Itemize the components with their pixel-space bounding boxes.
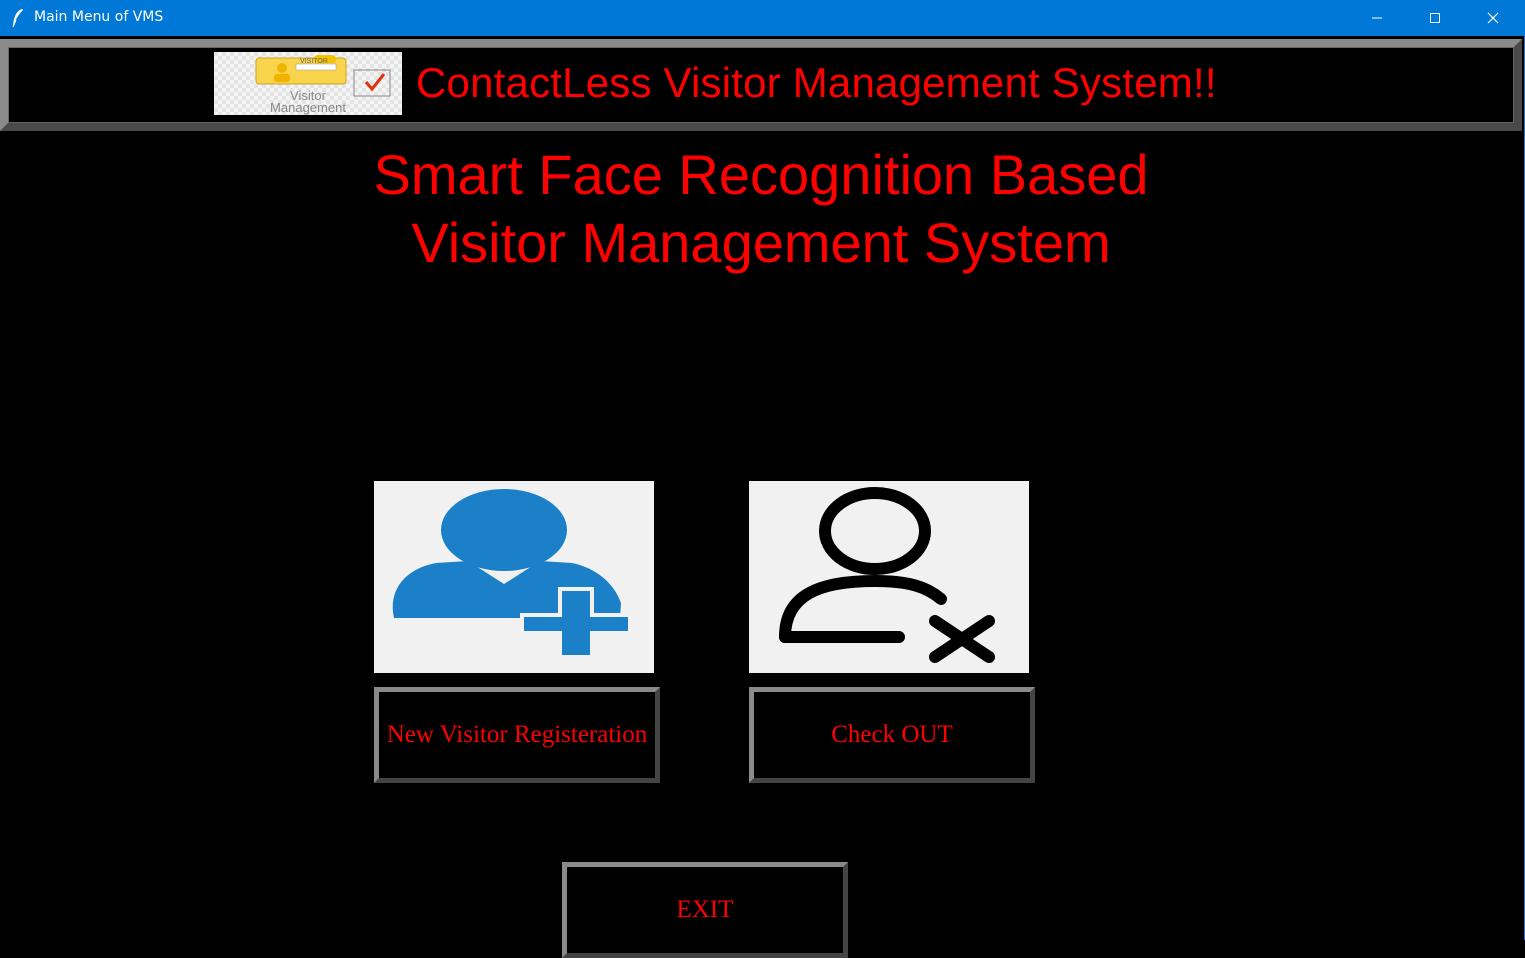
- maximize-icon: [1430, 13, 1440, 23]
- close-icon: [1487, 12, 1499, 24]
- user-remove-icon: [779, 487, 995, 663]
- header-banner: VISITOR Visitor Management ContactLess V…: [0, 39, 1522, 131]
- user-add-icon: [392, 489, 632, 667]
- minimize-icon: [1372, 17, 1382, 19]
- page-title-line2: Visitor Management System: [411, 211, 1111, 274]
- maximize-button[interactable]: [1406, 0, 1464, 36]
- visitor-management-logo: VISITOR Visitor Management: [214, 52, 402, 115]
- page-title-line1: Smart Face Recognition Based: [373, 143, 1149, 206]
- check-out-image[interactable]: [749, 481, 1029, 673]
- logo-text-line2: Management: [270, 100, 346, 115]
- check-out-button[interactable]: Check OUT: [749, 687, 1035, 783]
- minimize-button[interactable]: [1348, 0, 1406, 36]
- logo-visitor-tag: VISITOR: [300, 58, 328, 65]
- feather-icon: [12, 9, 23, 28]
- main-window: VISITOR Visitor Management ContactLess V…: [0, 36, 1525, 958]
- new-visitor-registration-button[interactable]: New Visitor Registeration: [374, 687, 660, 783]
- close-button[interactable]: [1464, 0, 1522, 36]
- new-visitor-image[interactable]: [374, 481, 654, 673]
- page-title: Smart Face Recognition Based Visitor Man…: [0, 141, 1522, 277]
- window-titlebar[interactable]: Main Menu of VMS: [0, 0, 1525, 36]
- exit-button[interactable]: EXIT: [562, 862, 848, 958]
- window-title: Main Menu of VMS: [34, 9, 164, 25]
- header-title: ContactLess Visitor Management System!!: [416, 59, 1217, 106]
